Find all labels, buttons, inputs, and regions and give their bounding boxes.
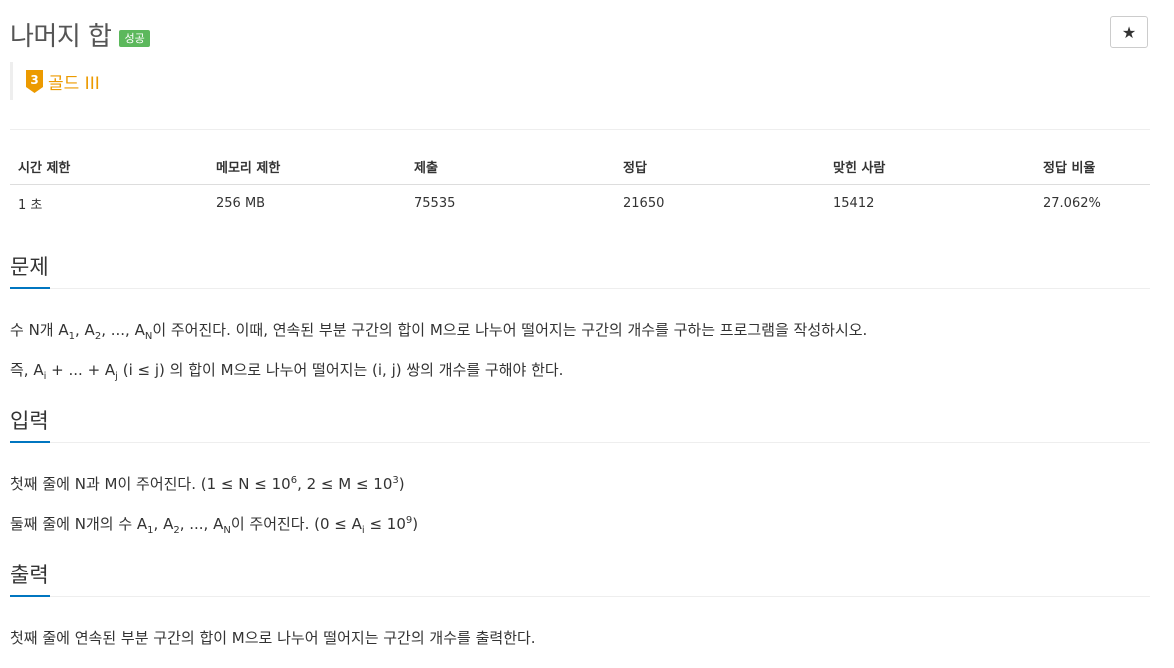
star-button[interactable]: ★ xyxy=(1110,16,1148,48)
header-submissions: 제출 xyxy=(406,148,615,185)
tier-label: 골드 III xyxy=(48,73,100,94)
status-badge: 성공 xyxy=(119,30,150,47)
value-solved-users: 15412 xyxy=(833,195,875,211)
problem-info-table: 시간 제한 메모리 제한 제출 정답 맞힌 사람 정답 비율 1 초 256 M… xyxy=(10,148,1150,221)
description-paragraph-2: 즉, Ai + ... + Aj (i ≤ j) 의 합이 M으로 나누어 떨어… xyxy=(10,361,564,382)
value-time-limit: 1 초 xyxy=(18,197,43,213)
section-input-title: 입력 xyxy=(10,409,49,433)
section-description-title: 문제 xyxy=(10,255,49,279)
output-paragraph-1: 첫째 줄에 연속된 부분 구간의 합이 M으로 나누어 떨어지는 구간의 개수를… xyxy=(10,629,536,647)
header-solved-users: 맞힌 사람 xyxy=(825,148,1035,185)
table-row: 1 초 256 MB 75535 21650 15412 27.062% xyxy=(10,185,1150,222)
tier-number: 3 xyxy=(30,73,38,87)
section-underline xyxy=(10,595,50,597)
gold-tier-icon: 3 xyxy=(26,69,43,93)
value-submissions: 75535 xyxy=(414,195,456,211)
value-accept-ratio: 27.062% xyxy=(1043,195,1101,211)
section-output-title: 출력 xyxy=(10,563,49,587)
section-description-header: 문제 xyxy=(10,252,1150,289)
section-underline xyxy=(10,287,50,289)
tier-badge[interactable]: 3 골드 III xyxy=(10,62,100,100)
header-accepted: 정답 xyxy=(615,148,825,185)
problem-title: 나머지 합 xyxy=(10,22,112,52)
section-input-header: 입력 xyxy=(10,406,1150,443)
table-header-row: 시간 제한 메모리 제한 제출 정답 맞힌 사람 정답 비율 xyxy=(10,148,1150,185)
header-time-limit: 시간 제한 xyxy=(10,148,208,185)
section-underline xyxy=(10,441,50,443)
input-paragraph-2: 둘째 줄에 N개의 수 A1, A2, ..., AN이 주어진다. (0 ≤ … xyxy=(10,515,419,536)
input-paragraph-1: 첫째 줄에 N과 M이 주어진다. (1 ≤ N ≤ 106, 2 ≤ M ≤ … xyxy=(10,475,405,493)
star-icon: ★ xyxy=(1121,22,1137,42)
value-memory-limit: 256 MB xyxy=(216,195,266,211)
value-accepted: 21650 xyxy=(623,195,665,211)
header-memory-limit: 메모리 제한 xyxy=(208,148,406,185)
section-output-header: 출력 xyxy=(10,560,1150,597)
description-paragraph-1: 수 N개 A1, A2, ..., AN이 주어진다. 이때, 연속된 부분 구… xyxy=(10,321,868,342)
divider xyxy=(10,129,1150,130)
header-accept-ratio: 정답 비율 xyxy=(1035,148,1150,185)
title-row: 나머지 합 성공 xyxy=(10,16,150,53)
